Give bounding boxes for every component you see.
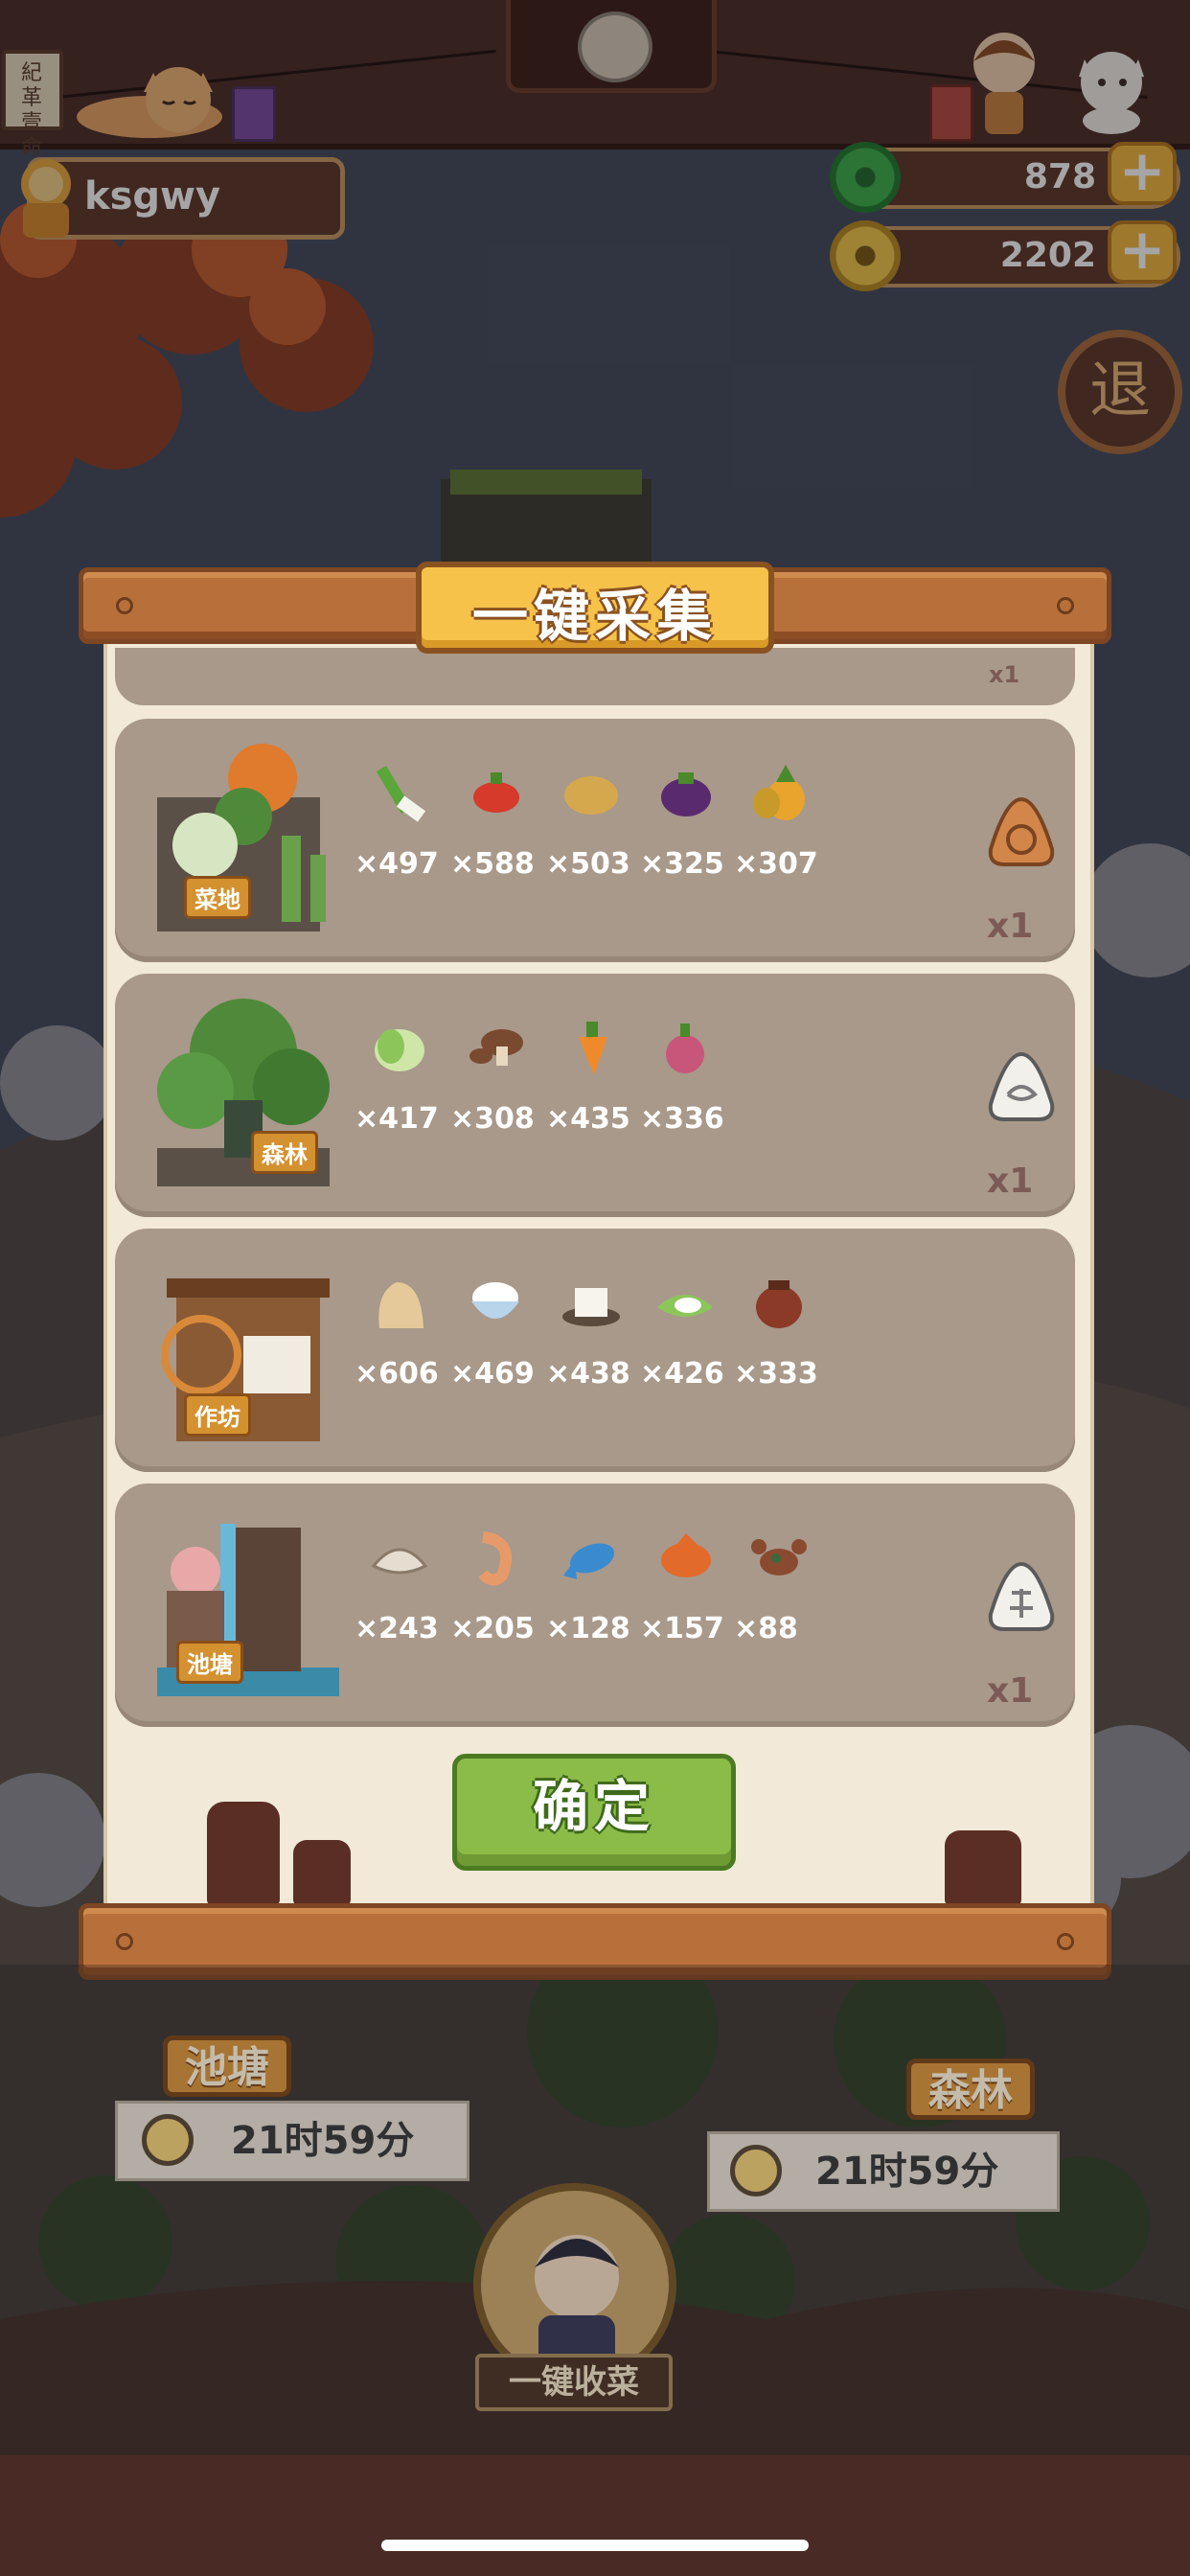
confirm-button[interactable]: 确定 <box>452 1754 736 1871</box>
item-count: ×426 <box>640 1357 724 1391</box>
forest-icon <box>157 999 330 1186</box>
radish-icon <box>666 1024 704 1073</box>
home-indicator[interactable] <box>381 2540 809 2551</box>
item-slot: ×469 <box>450 1273 542 1426</box>
item-slot: ×88 <box>734 1528 826 1681</box>
potato-icon <box>564 776 618 815</box>
mushroom-icon <box>469 1029 523 1066</box>
item-count: ×243 <box>355 1612 439 1645</box>
item-slot: ×417 <box>355 1018 446 1171</box>
item-count: ×497 <box>355 847 439 881</box>
nail-icon <box>116 1933 133 1950</box>
item-count: ×469 <box>450 1357 535 1391</box>
forest-row: 森林 ×417 ×308 ×435 ×336 x1 <box>115 974 1075 1217</box>
workshop-row: 作坊 ×606 ×469 ×438 ×426 ×333 <box>115 1229 1075 1472</box>
item-slot: ×503 <box>546 763 638 916</box>
pond-row: 池塘 ×243 ×205 ×128 ×157 ×88 x1 <box>115 1484 1075 1727</box>
partial-row <box>115 648 1075 705</box>
building-label: 作坊 <box>184 1393 251 1437</box>
row-multiplier: x1 <box>987 907 1034 946</box>
item-count: ×606 <box>355 1357 439 1391</box>
pineapple-icon <box>753 765 805 820</box>
nail-icon <box>116 597 133 614</box>
item-count: ×333 <box>734 1357 818 1391</box>
shrimp-icon <box>478 1531 512 1586</box>
rice-bowl-icon <box>471 1282 519 1319</box>
blue-fish-icon <box>563 1543 615 1579</box>
item-count: ×435 <box>546 1102 630 1136</box>
item-count: ×205 <box>450 1612 535 1645</box>
wine-jar-icon <box>756 1280 802 1328</box>
clam-icon <box>371 1548 428 1575</box>
item-slot: ×128 <box>546 1528 638 1681</box>
nail-icon <box>1057 597 1074 614</box>
item-slot: ×336 <box>640 1018 732 1171</box>
row-multiplier: x1 <box>987 1162 1034 1201</box>
item-count: ×417 <box>355 1102 439 1136</box>
item-slot: ×426 <box>640 1273 732 1426</box>
item-slot: ×333 <box>734 1273 826 1426</box>
rice-dumpling-icon <box>657 1295 713 1317</box>
item-count: ×157 <box>640 1612 724 1645</box>
bottom-bar <box>0 2455 1190 2576</box>
building-label: 森林 <box>251 1131 318 1174</box>
item-slot: ×588 <box>450 763 542 916</box>
dialog-title: 一键采集 <box>471 584 718 649</box>
building-label: 菜地 <box>184 876 251 919</box>
partial-row-multiplier: x1 <box>989 661 1020 688</box>
item-count: ×88 <box>734 1612 798 1645</box>
cabbage-icon <box>375 1029 424 1071</box>
flour-sack-icon <box>378 1282 423 1328</box>
item-slot: ×497 <box>355 763 446 916</box>
item-slot: ×243 <box>355 1528 446 1681</box>
modal-overlay-bottom <box>0 1965 1190 2463</box>
item-slot: ×308 <box>450 1018 542 1171</box>
item-count: ×336 <box>640 1102 724 1136</box>
building-label: 池塘 <box>176 1641 243 1684</box>
carp-icon <box>661 1533 711 1577</box>
decorative-jar <box>207 1802 280 1907</box>
green-onion-icon <box>376 765 426 822</box>
item-count: ×325 <box>640 847 724 881</box>
item-count: ×438 <box>546 1357 630 1391</box>
item-count: ×128 <box>546 1612 630 1645</box>
row-multiplier: x1 <box>987 1671 1034 1711</box>
item-slot: ×205 <box>450 1528 542 1681</box>
item-count: ×307 <box>734 847 818 881</box>
tofu-icon <box>562 1288 620 1326</box>
item-slot: ×157 <box>640 1528 732 1681</box>
decorative-jar <box>945 1830 1021 1907</box>
item-slot: ×438 <box>546 1273 638 1426</box>
farm-row: 菜地 ×497 ×588 ×503 ×325 ×307 x1 <box>115 719 1075 962</box>
crab-icon <box>751 1539 807 1576</box>
item-slot: ×435 <box>546 1018 638 1171</box>
chili-pepper-icon <box>473 772 519 813</box>
wind-talisman-icon <box>988 1051 1055 1121</box>
eggplant-icon <box>661 772 711 816</box>
earth-talisman-icon <box>988 796 1055 866</box>
item-slot: ×325 <box>640 763 732 916</box>
item-count: ×308 <box>450 1102 535 1136</box>
item-slot: ×307 <box>734 763 826 916</box>
item-count: ×588 <box>450 847 535 881</box>
item-slot: ×606 <box>355 1273 446 1426</box>
nail-icon <box>1057 1933 1074 1950</box>
water-talisman-icon <box>988 1561 1055 1631</box>
item-count: ×503 <box>546 847 630 881</box>
decorative-jar <box>293 1840 351 1907</box>
carrot-icon <box>579 1022 607 1075</box>
